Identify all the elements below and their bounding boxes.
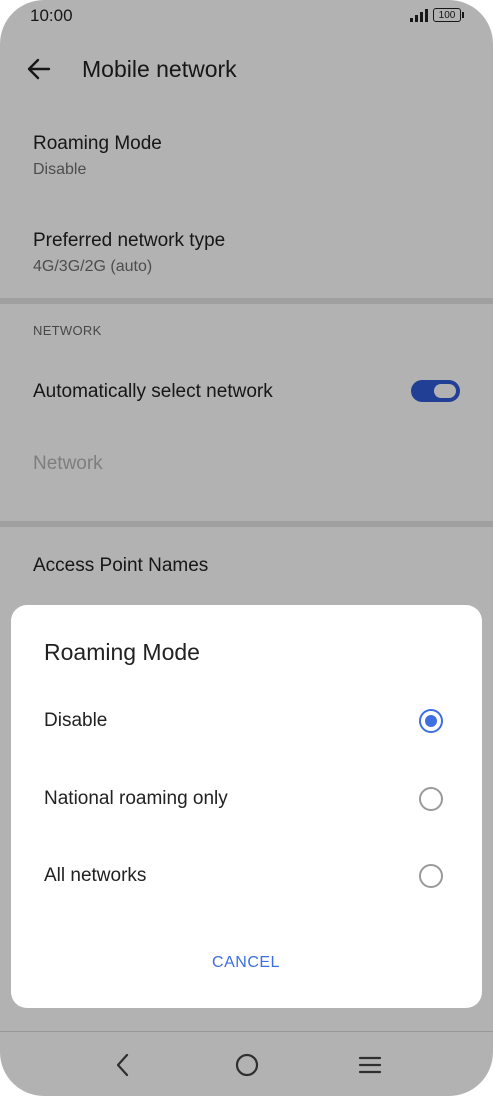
screen: 10:00 100 Mobile network Roaming Mode Di…	[0, 0, 493, 1096]
option-label: Disable	[44, 710, 108, 731]
option-label: National roaming only	[44, 788, 228, 809]
roaming-mode-dialog: Roaming Mode Disable National roaming on…	[11, 605, 482, 1008]
option-national-roaming-only[interactable]: National roaming only	[11, 770, 482, 830]
option-disable[interactable]: Disable	[11, 692, 482, 752]
radio-unselected-icon[interactable]	[419, 864, 443, 888]
cancel-button[interactable]: CANCEL	[186, 945, 306, 981]
option-label: All networks	[44, 865, 147, 886]
radio-selected-icon[interactable]	[419, 709, 443, 733]
option-all-networks[interactable]: All networks	[11, 847, 482, 907]
radio-unselected-icon[interactable]	[419, 787, 443, 811]
dialog-title: Roaming Mode	[44, 639, 200, 665]
